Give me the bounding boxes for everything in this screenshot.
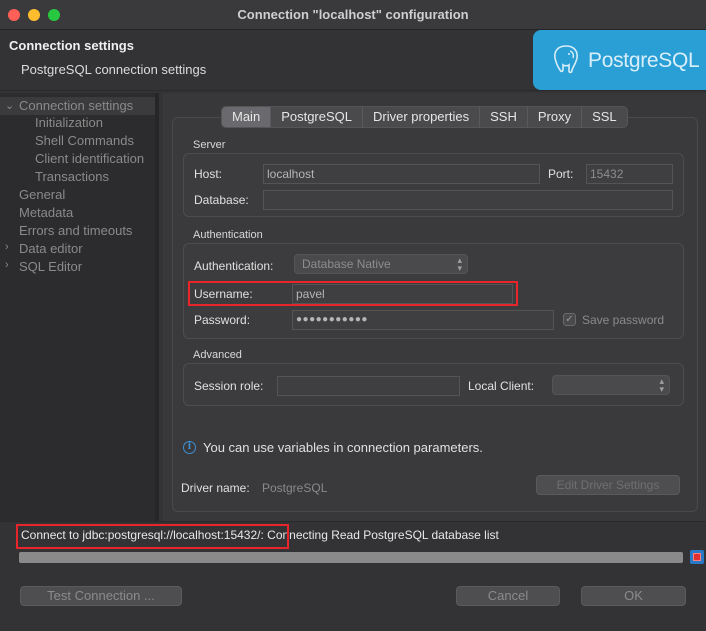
sidebar-item-transactions[interactable]: Transactions	[35, 169, 109, 184]
info-icon: i	[183, 441, 196, 454]
username-highlight-box	[188, 281, 518, 306]
sidebar-item-connection-settings[interactable]: ⌄ Connection settings	[0, 97, 155, 115]
session-role-label: Session role:	[194, 379, 264, 393]
server-group-label: Server	[193, 139, 226, 151]
connection-progress-bar	[19, 552, 683, 563]
select-arrows-icon: ▴ ▾	[457, 255, 462, 273]
ok-button[interactable]: OK	[581, 586, 686, 606]
window-title: Connection "localhost" configuration	[237, 7, 469, 22]
local-client-select[interactable]: ▴ ▾	[552, 375, 670, 395]
status-highlight-box	[16, 524, 289, 549]
port-input[interactable]: 15432	[586, 164, 673, 184]
host-label: Host:	[194, 167, 223, 181]
postgresql-logo: PostgreSQL	[533, 30, 706, 90]
chevron-right-icon[interactable]: ›	[5, 241, 9, 253]
tab-ssh[interactable]: SSH	[480, 107, 528, 127]
tab-postgresql[interactable]: PostgreSQL	[271, 107, 364, 127]
authentication-select[interactable]: Database Native ▴ ▾	[294, 254, 468, 274]
edit-driver-settings-button[interactable]: Edit Driver Settings	[536, 475, 680, 495]
sidebar-item-initialization[interactable]: Initialization	[35, 115, 103, 130]
database-label: Database:	[194, 193, 249, 207]
tab-ssl[interactable]: SSL	[582, 107, 627, 127]
database-input[interactable]	[263, 190, 673, 210]
save-password-checkbox[interactable]: ✓	[563, 313, 576, 326]
settings-sidebar: ⌄ Connection settings Initialization She…	[0, 93, 155, 521]
select-arrows-icon: ▴ ▾	[659, 376, 664, 394]
sidebar-item-metadata[interactable]: Metadata	[19, 205, 73, 220]
elephant-icon	[554, 45, 578, 74]
authentication-label: Authentication:	[194, 259, 274, 273]
sidebar-item-data-editor[interactable]: Data editor	[19, 241, 83, 256]
chevron-down-icon: ⌄	[5, 100, 15, 112]
tab-bar: Main PostgreSQL Driver properties SSH Pr…	[221, 106, 628, 128]
title-bar: Connection "localhost" configuration	[0, 0, 706, 30]
tab-driver-properties[interactable]: Driver properties	[363, 107, 481, 127]
sidebar-splitter[interactable]	[155, 93, 159, 521]
header-subtitle: PostgreSQL connection settings	[21, 62, 207, 77]
port-label: Port:	[548, 167, 574, 181]
save-password-label: Save password	[582, 313, 665, 327]
progress-fill	[19, 552, 683, 563]
sidebar-item-errors-and-timeouts[interactable]: Errors and timeouts	[19, 223, 132, 238]
driver-name-value: PostgreSQL	[262, 481, 328, 495]
password-label: Password:	[194, 313, 251, 327]
local-client-label: Local Client:	[468, 379, 535, 393]
host-input[interactable]: localhost	[263, 164, 540, 184]
stop-icon	[693, 553, 701, 561]
sidebar-item-shell-commands[interactable]: Shell Commands	[35, 133, 134, 148]
tab-proxy[interactable]: Proxy	[528, 107, 583, 127]
chevron-right-icon[interactable]: ›	[5, 259, 9, 271]
stop-connection-button[interactable]	[690, 550, 704, 564]
test-connection-button[interactable]: Test Connection ...	[20, 586, 182, 606]
sidebar-item-sql-editor[interactable]: SQL Editor	[19, 259, 82, 274]
driver-name-label: Driver name:	[181, 481, 250, 495]
sidebar-item-general[interactable]: General	[19, 187, 65, 202]
password-input[interactable]: ●●●●●●●●●●●	[292, 310, 554, 330]
header-title: Connection settings	[9, 38, 134, 53]
session-role-input[interactable]	[277, 376, 460, 396]
connection-config-window: Connection "localhost" configuration Con…	[0, 0, 706, 631]
sidebar-item-client-identification[interactable]: Client identification	[35, 151, 144, 166]
authentication-group-label: Authentication	[193, 229, 263, 241]
authentication-select-value: Database Native	[302, 257, 391, 271]
logo-text: PostgreSQL	[588, 49, 700, 72]
cancel-button[interactable]: Cancel	[456, 586, 560, 606]
tab-main[interactable]: Main	[222, 107, 272, 127]
info-text: You can use variables in connection para…	[203, 440, 483, 455]
advanced-group-label: Advanced	[193, 349, 242, 361]
sidebar-item-label: Connection settings	[19, 98, 134, 113]
header-divider	[0, 90, 706, 91]
